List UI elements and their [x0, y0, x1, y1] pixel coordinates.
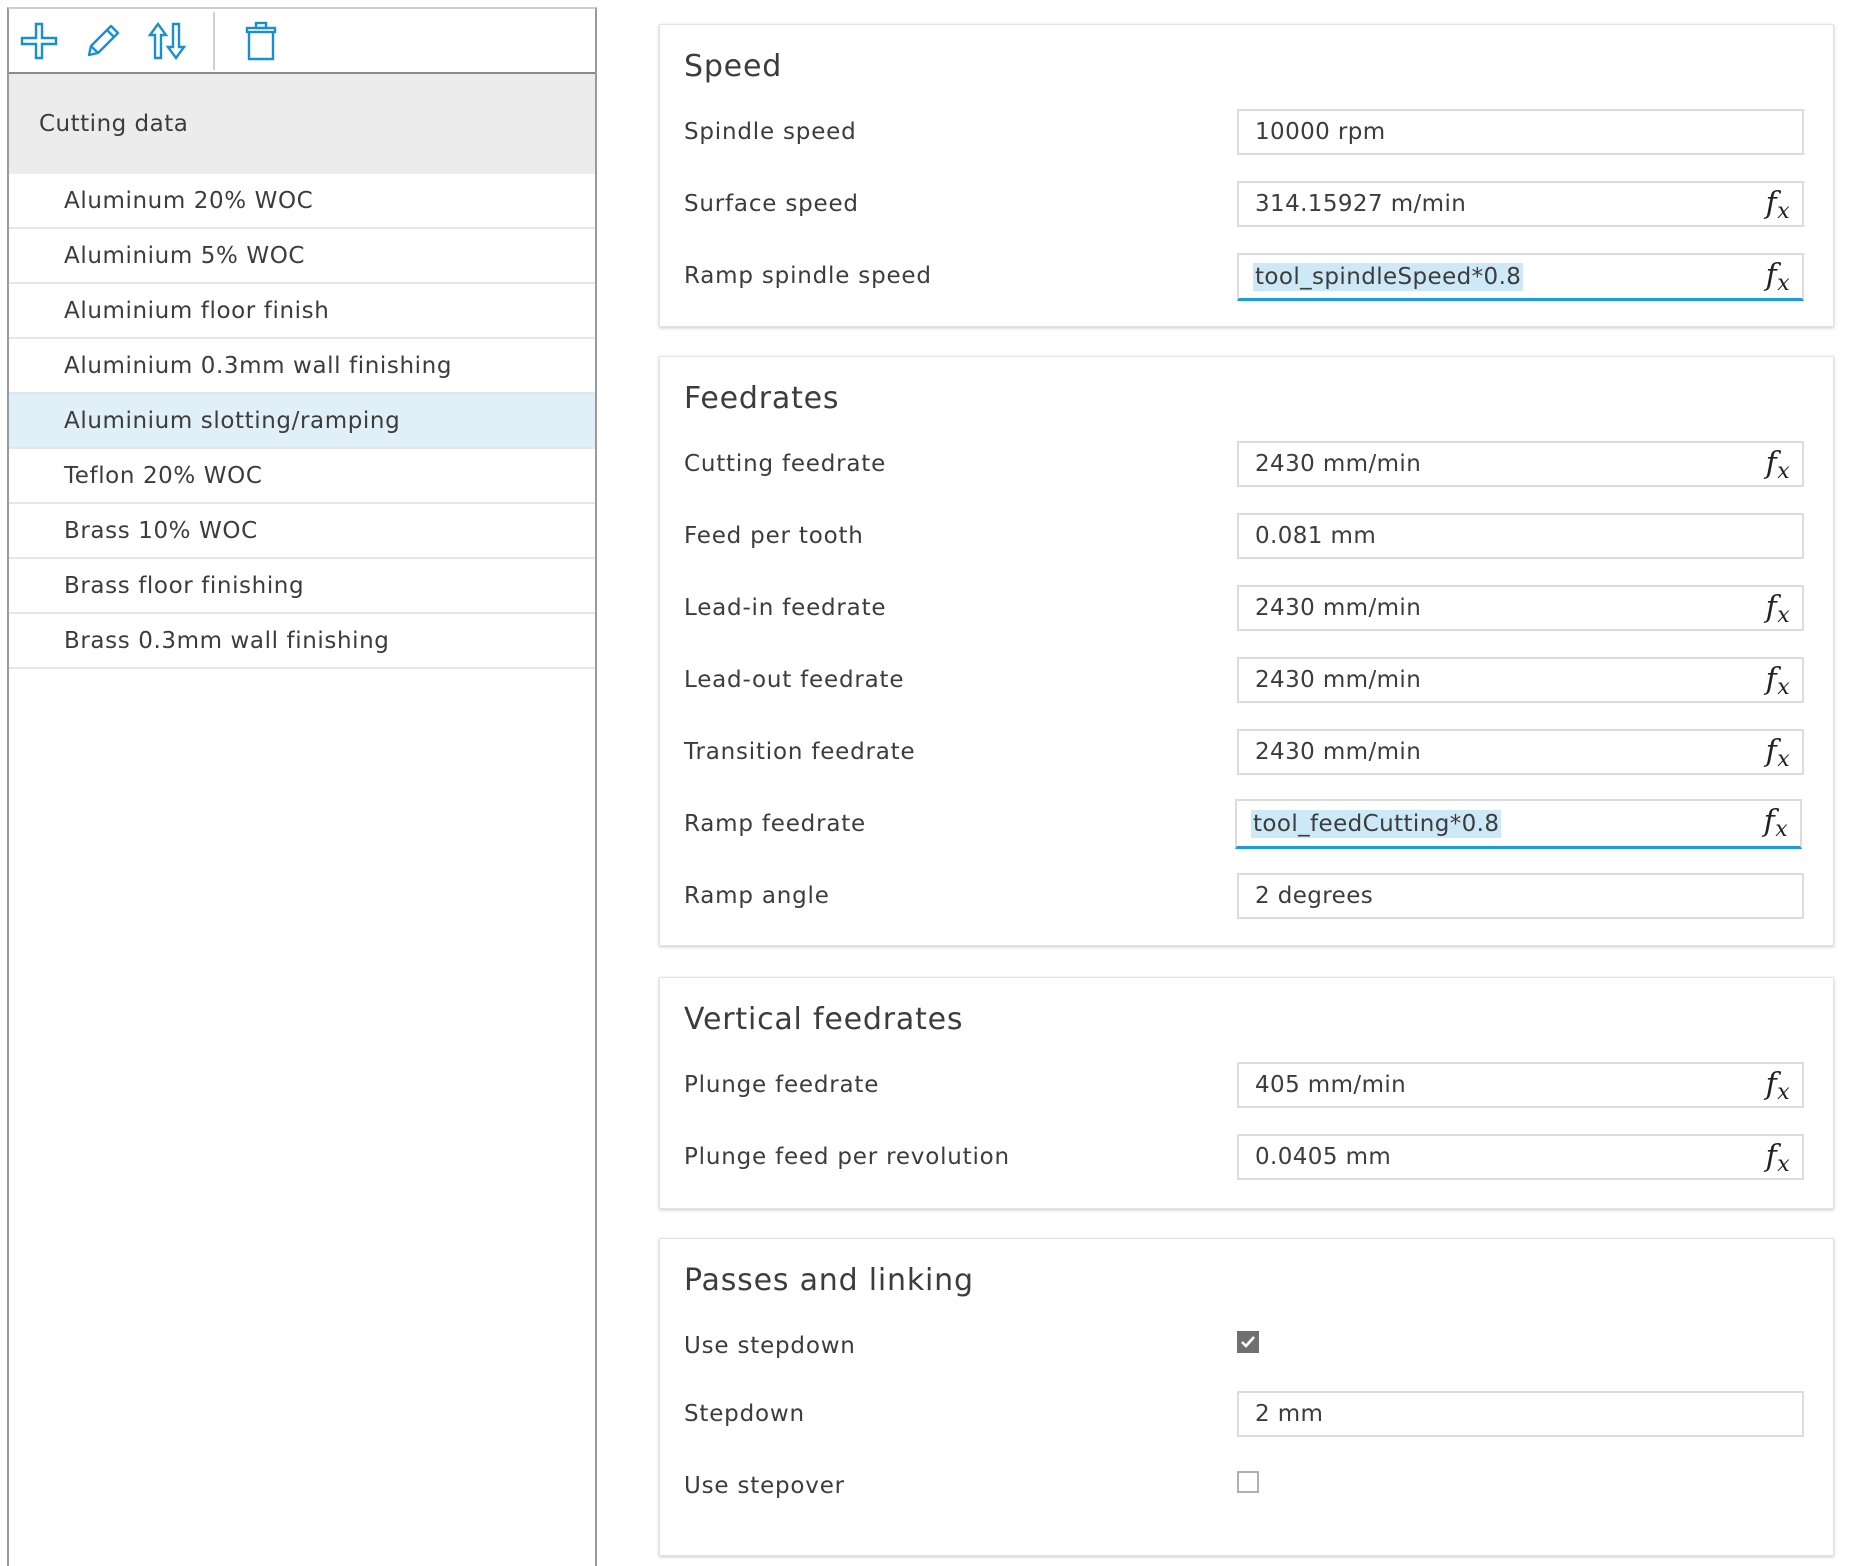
field-value: 314.15927 m/min: [1255, 191, 1467, 217]
use-stepdown-checkbox[interactable]: [1237, 1331, 1259, 1353]
lead-in-feedrate-label: Lead-in feedrate: [684, 595, 887, 621]
section-title: Vertical feedrates: [684, 1002, 964, 1037]
ramp-feedrate-label: Ramp feedrate: [684, 811, 867, 837]
ramp-angle-label: Ramp angle: [684, 883, 830, 909]
list-item[interactable]: Brass 10% WOC: [9, 504, 595, 559]
field-value-selected: tool_feedCutting*0.8: [1251, 809, 1502, 838]
lead-in-feedrate-field[interactable]: 2430 mm/min fx: [1237, 585, 1804, 631]
cutting-data-panel: Cutting data Aluminum 20% WOC Aluminium …: [7, 7, 597, 1566]
field-value: 2430 mm/min: [1255, 667, 1422, 693]
sort-button[interactable]: [147, 19, 187, 63]
feedrates-section: Feedrates Cutting feedrate 2430 mm/min f…: [659, 356, 1834, 946]
checkmark-icon: [1241, 1336, 1255, 1348]
list-item[interactable]: Teflon 20% WOC: [9, 449, 595, 504]
edit-button[interactable]: [83, 19, 123, 63]
transition-feedrate-field[interactable]: 2430 mm/min fx: [1237, 729, 1804, 775]
panel-header: Cutting data: [9, 74, 595, 174]
transition-feedrate-label: Transition feedrate: [684, 739, 916, 765]
speed-section: Speed Spindle speed 10000 rpm Surface sp…: [659, 24, 1834, 327]
vertical-feedrates-section: Vertical feedrates Plunge feedrate 405 m…: [659, 977, 1834, 1209]
stepdown-label: Stepdown: [684, 1401, 805, 1427]
field-value: 2 mm: [1255, 1401, 1324, 1427]
add-button[interactable]: [19, 19, 59, 63]
field-value: 2430 mm/min: [1255, 451, 1422, 477]
ramp-angle-field[interactable]: 2 degrees: [1237, 873, 1804, 919]
section-title: Feedrates: [684, 381, 840, 416]
feed-per-tooth-field[interactable]: 0.081 mm: [1237, 513, 1804, 559]
formula-fx-icon[interactable]: fx: [1766, 446, 1790, 490]
section-title: Speed: [684, 49, 783, 84]
cutting-feedrate-field[interactable]: 2430 mm/min fx: [1237, 441, 1804, 487]
field-value: 2 degrees: [1255, 883, 1374, 909]
field-value-selected: tool_spindleSpeed*0.8: [1253, 262, 1524, 291]
spindle-speed-field[interactable]: 10000 rpm: [1237, 109, 1804, 155]
list-item[interactable]: Aluminum 20% WOC: [9, 174, 595, 229]
plus-icon: [20, 22, 58, 59]
use-stepover-checkbox[interactable]: [1237, 1471, 1259, 1493]
passes-and-linking-section: Passes and linking Use stepdown Stepdown…: [659, 1238, 1834, 1556]
trash-icon: [245, 21, 277, 60]
use-stepdown-label: Use stepdown: [684, 1333, 856, 1359]
field-value: 0.081 mm: [1255, 523, 1377, 549]
formula-fx-icon[interactable]: fx: [1766, 1067, 1790, 1111]
cutting-feedrate-label: Cutting feedrate: [684, 451, 887, 477]
sort-arrows-icon: [147, 21, 187, 60]
list-item-selected[interactable]: Aluminium slotting/ramping: [9, 394, 595, 449]
list-item[interactable]: Aluminium floor finish: [9, 284, 595, 339]
delete-button[interactable]: [241, 19, 281, 63]
surface-speed-label: Surface speed: [684, 191, 859, 217]
spindle-speed-label: Spindle speed: [684, 119, 857, 145]
use-stepover-label: Use stepover: [684, 1473, 845, 1499]
field-value: 0.0405 mm: [1255, 1144, 1392, 1170]
list-item[interactable]: Aluminium 5% WOC: [9, 229, 595, 284]
field-value: 405 mm/min: [1255, 1072, 1407, 1098]
plunge-feed-per-revolution-label: Plunge feed per revolution: [684, 1144, 1010, 1170]
ramp-spindle-speed-label: Ramp spindle speed: [684, 263, 932, 289]
ramp-spindle-speed-field[interactable]: tool_spindleSpeed*0.8 fx: [1237, 253, 1804, 301]
toolbar: [9, 9, 595, 74]
feed-per-tooth-label: Feed per tooth: [684, 523, 864, 549]
field-value: 10000 rpm: [1255, 119, 1386, 145]
formula-fx-icon[interactable]: fx: [1766, 1139, 1790, 1183]
surface-speed-field[interactable]: 314.15927 m/min fx: [1237, 181, 1804, 227]
lead-out-feedrate-label: Lead-out feedrate: [684, 667, 905, 693]
toolbar-separator: [213, 11, 215, 70]
cutting-data-list: Aluminum 20% WOC Aluminium 5% WOC Alumin…: [9, 174, 595, 669]
formula-fx-icon[interactable]: fx: [1766, 258, 1790, 302]
lead-out-feedrate-field[interactable]: 2430 mm/min fx: [1237, 657, 1804, 703]
list-item[interactable]: Brass 0.3mm wall finishing: [9, 614, 595, 669]
section-title: Passes and linking: [684, 1263, 974, 1298]
field-value: 2430 mm/min: [1255, 595, 1422, 621]
plunge-feed-per-revolution-field[interactable]: 0.0405 mm fx: [1237, 1134, 1804, 1180]
formula-fx-icon[interactable]: fx: [1766, 662, 1790, 706]
field-value: 2430 mm/min: [1255, 739, 1422, 765]
formula-fx-icon[interactable]: fx: [1764, 804, 1788, 848]
ramp-feedrate-field[interactable]: tool_feedCutting*0.8 fx: [1235, 799, 1802, 849]
plunge-feedrate-field[interactable]: 405 mm/min fx: [1237, 1062, 1804, 1108]
list-item[interactable]: Aluminium 0.3mm wall finishing: [9, 339, 595, 394]
formula-fx-icon[interactable]: fx: [1766, 734, 1790, 778]
plunge-feedrate-label: Plunge feedrate: [684, 1072, 880, 1098]
stepdown-field[interactable]: 2 mm: [1237, 1391, 1804, 1437]
list-item[interactable]: Brass floor finishing: [9, 559, 595, 614]
formula-fx-icon[interactable]: fx: [1766, 590, 1790, 634]
pencil-icon: [87, 24, 120, 56]
formula-fx-icon[interactable]: fx: [1766, 186, 1790, 230]
